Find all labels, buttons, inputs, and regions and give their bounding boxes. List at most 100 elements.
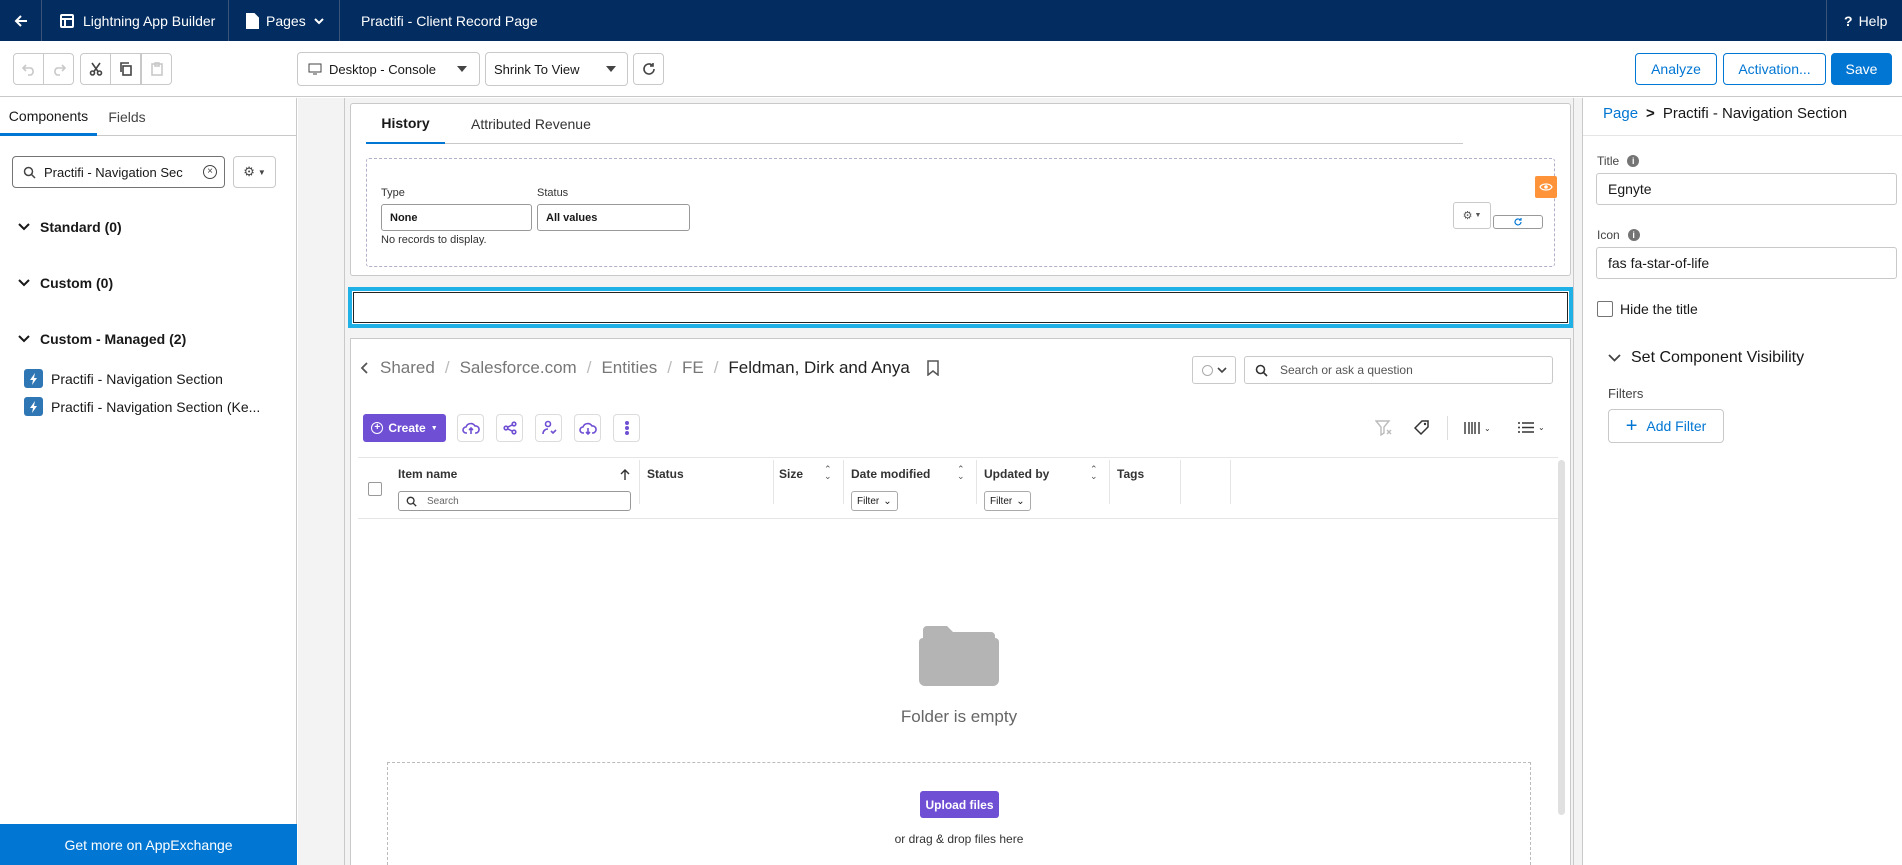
upload-files-button[interactable]: Upload files: [920, 791, 999, 818]
component-item[interactable]: Practifi - Navigation Section (Ke...: [24, 397, 260, 416]
analyze-button[interactable]: Analyze: [1635, 53, 1717, 85]
breadcrumb-item[interactable]: FE: [682, 358, 704, 378]
chevron-down-icon: [1216, 366, 1227, 373]
copy-button[interactable]: [110, 53, 141, 85]
column-divider: [1230, 460, 1231, 504]
tab-history[interactable]: History: [366, 104, 445, 144]
activation-button[interactable]: Activation...: [1723, 53, 1826, 85]
scrollbar[interactable]: [1558, 460, 1565, 815]
caret-down-icon: ⌄: [1484, 423, 1491, 433]
sort-icon[interactable]: ⌃ ⌄: [1090, 465, 1098, 481]
search-scope-select[interactable]: [1192, 356, 1236, 384]
history-refresh-button[interactable]: [1493, 215, 1543, 229]
cut-button[interactable]: [80, 53, 111, 85]
desktop-icon: [308, 63, 322, 75]
updated-by-filter-select[interactable]: Filter ⌄: [984, 491, 1031, 511]
section-custom[interactable]: Custom (0): [18, 275, 113, 291]
request-file-button[interactable]: [535, 414, 562, 442]
title-input[interactable]: Egnyte: [1596, 173, 1897, 205]
settings-menu-button[interactable]: ⚙ ▼: [233, 156, 276, 188]
undo-button[interactable]: [13, 53, 44, 85]
panel-tabs: Components Fields: [0, 98, 296, 136]
section-custom-managed[interactable]: Custom - Managed (2): [18, 331, 186, 347]
scissors-icon: [89, 62, 102, 76]
device-select[interactable]: Desktop - Console: [297, 52, 480, 86]
pages-label: Pages: [266, 12, 306, 29]
select-all-checkbox[interactable]: [368, 482, 382, 496]
component-search[interactable]: Practifi - Navigation Sec ×: [12, 156, 225, 188]
type-label: Type: [381, 187, 405, 199]
selected-navigation-section[interactable]: [348, 287, 1573, 328]
section-standard[interactable]: Standard (0): [18, 219, 122, 235]
type-select[interactable]: None: [381, 204, 532, 231]
caret-down-icon: ▼: [257, 167, 266, 177]
column-divider: [773, 460, 774, 504]
paste-button[interactable]: [141, 53, 172, 85]
breadcrumb-separator: /: [586, 358, 592, 377]
chevron-down-icon: [1608, 353, 1621, 362]
columns-menu[interactable]: ⌄: [1464, 421, 1491, 435]
breadcrumb-item[interactable]: Entities: [601, 358, 657, 378]
column-tags[interactable]: Tags: [1117, 467, 1144, 481]
redo-button[interactable]: [43, 53, 74, 85]
add-filter-label: Add Filter: [1646, 418, 1707, 434]
column-search-input[interactable]: Search: [398, 491, 631, 511]
filter-off-icon[interactable]: [1375, 420, 1393, 436]
view-menu[interactable]: ⌄: [1518, 421, 1545, 434]
column-divider: [1109, 460, 1110, 504]
history-settings-button[interactable]: ⚙ ▼: [1453, 202, 1491, 229]
breadcrumb-page-link[interactable]: Page: [1603, 105, 1638, 122]
column-size[interactable]: Size: [779, 467, 803, 481]
cloud-sync-button[interactable]: [574, 414, 601, 442]
tag-icon[interactable]: [1414, 420, 1432, 436]
add-filter-button[interactable]: + Add Filter: [1608, 409, 1724, 443]
share-button[interactable]: [496, 414, 523, 442]
component-label: Practifi - Navigation Section: [51, 370, 223, 387]
save-button[interactable]: Save: [1831, 53, 1892, 85]
help-button[interactable]: ? Help: [1827, 0, 1902, 41]
search-icon: [406, 496, 417, 507]
chevron-down-icon: [313, 17, 324, 24]
sort-ascending-icon[interactable]: [620, 469, 630, 481]
caret-down-icon: ⌄: [1538, 423, 1545, 432]
column-date-modified[interactable]: Date modified: [851, 467, 930, 481]
icon-input[interactable]: fas fa-star-of-life: [1596, 247, 1897, 279]
date-filter-select[interactable]: Filter ⌄: [851, 491, 898, 511]
chevron-left-icon[interactable]: [360, 361, 370, 375]
visibility-section-toggle[interactable]: Set Component Visibility: [1608, 349, 1804, 367]
visibility-eye-icon[interactable]: [1535, 176, 1557, 198]
info-icon[interactable]: i: [1627, 229, 1640, 241]
component-item[interactable]: Practifi - Navigation Section: [24, 369, 223, 388]
help-label: Help: [1858, 12, 1888, 29]
create-button[interactable]: + Create ▼: [363, 414, 446, 442]
breadcrumb-item[interactable]: Shared: [380, 358, 435, 378]
clear-icon[interactable]: ×: [203, 165, 217, 179]
history-component[interactable]: History Attributed Revenue Type None Sta…: [350, 103, 1571, 276]
more-vertical-icon: [624, 421, 629, 435]
egnyte-search-input[interactable]: Search or ask a question: [1244, 356, 1553, 384]
refresh-button[interactable]: [633, 53, 664, 85]
question-icon: ?: [1844, 12, 1853, 29]
tab-attributed-revenue[interactable]: Attributed Revenue: [471, 104, 591, 144]
column-updated-by[interactable]: Updated by: [984, 467, 1049, 481]
section-label: Custom - Managed (2): [40, 331, 187, 347]
pages-menu[interactable]: Pages: [229, 0, 340, 41]
column-item-name[interactable]: Item name: [398, 467, 457, 481]
tab-components[interactable]: Components: [0, 98, 97, 136]
appexchange-link[interactable]: Get more on AppExchange: [0, 824, 297, 865]
zoom-select[interactable]: Shrink To View: [485, 52, 628, 86]
sort-icon[interactable]: ⌃ ⌄: [824, 465, 832, 481]
sort-icon[interactable]: ⌃ ⌄: [957, 465, 965, 481]
tab-fields[interactable]: Fields: [97, 98, 157, 136]
more-actions-button[interactable]: [613, 414, 640, 442]
status-select[interactable]: All values: [537, 204, 690, 231]
info-icon[interactable]: i: [1627, 155, 1640, 167]
breadcrumb-item[interactable]: Salesforce.com: [460, 358, 577, 378]
back-button[interactable]: [0, 0, 42, 41]
column-status[interactable]: Status: [647, 467, 684, 481]
upload-cloud-button[interactable]: [457, 414, 484, 442]
bookmark-icon[interactable]: [926, 360, 940, 376]
hide-title-checkbox[interactable]: [1597, 301, 1613, 317]
app-name-area: Lightning App Builder: [42, 0, 229, 41]
drag-drop-text: or drag & drop files here: [894, 832, 1024, 846]
